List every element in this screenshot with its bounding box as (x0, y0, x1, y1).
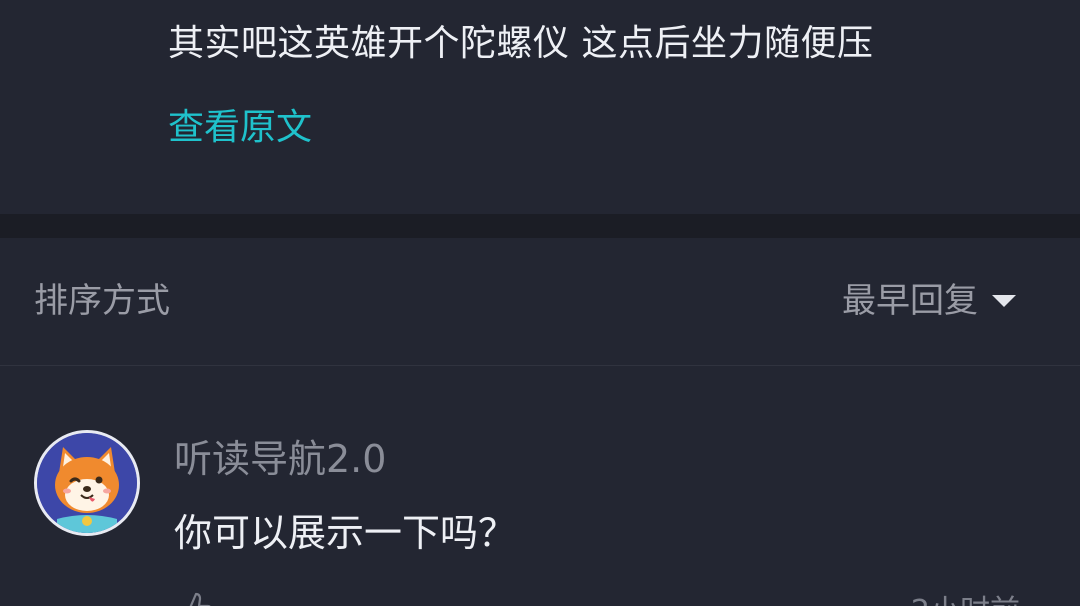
caret-down-icon (992, 295, 1016, 307)
avatar[interactable] (34, 430, 140, 536)
comment-username[interactable]: 听读导航2.0 (174, 434, 386, 484)
comment-thread-page: 其实吧这英雄开个陀螺仪 这点后坐力随便压 查看原文 排序方式 最早回复 听读导航… (0, 0, 1080, 606)
sort-selected-value: 最早回复 (842, 281, 978, 321)
view-original-link[interactable]: 查看原文 (168, 102, 312, 154)
sort-order-dropdown[interactable]: 最早回复 (842, 278, 1016, 324)
comment-item: 听读导航2.0 你可以展示一下吗？ 2小时前 (0, 366, 1080, 606)
comment-text: 你可以展示一下吗？ (174, 511, 517, 555)
shiba-avatar-icon (37, 433, 137, 533)
thumb-up-icon[interactable] (174, 588, 214, 606)
sort-label: 排序方式 (34, 281, 170, 321)
comment-time: 2小时前 (911, 592, 1020, 606)
section-divider (0, 214, 1080, 238)
post-text: 其实吧这英雄开个陀螺仪 这点后坐力随便压 (168, 23, 874, 64)
original-post: 其实吧这英雄开个陀螺仪 这点后坐力随便压 查看原文 (0, 0, 1080, 214)
sort-bar: 排序方式 最早回复 (0, 238, 1080, 366)
